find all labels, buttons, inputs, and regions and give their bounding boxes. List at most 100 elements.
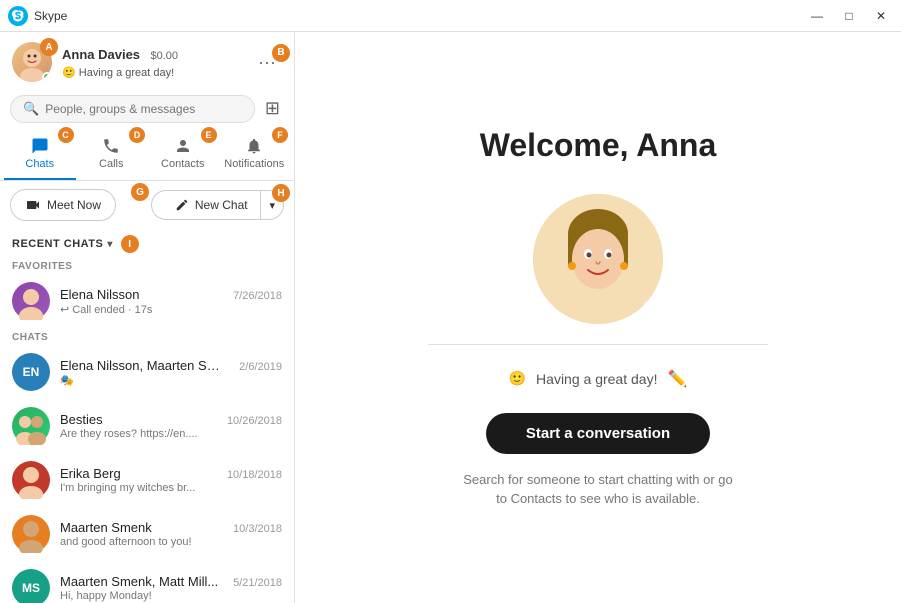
list-item[interactable]: Maarten Smenk 10/3/2018 and good afterno… [0,507,294,561]
chat-name: Maarten Smenk [60,520,152,535]
new-chat-button[interactable]: New Chat [151,190,270,220]
tab-contacts-label: Contacts [161,158,204,170]
calls-icon [102,137,120,155]
profile-status: 🙂 Having a great day! [62,66,242,79]
search-icon: 🔍 [23,101,39,117]
notifications-icon [245,137,263,155]
window-controls: — □ ✕ [805,4,893,28]
action-buttons: Meet Now G New Chat ▾ H [0,181,294,229]
list-item[interactable]: Erika Berg 10/18/2018 I'm bringing my wi… [0,453,294,507]
profile-photo [533,194,663,324]
new-chat-label: New Chat [195,198,248,212]
status-text: Having a great day! [79,67,174,79]
avatar [12,407,50,445]
chat-preview: Hi, happy Monday! [60,590,282,602]
search-input[interactable] [45,102,242,116]
chat-preview: 🎭 [60,374,282,387]
tab-calls-label: Calls [99,158,123,170]
chat-date: 5/21/2018 [233,577,282,589]
meet-now-label: Meet Now [47,198,101,212]
tab-calls[interactable]: D Calls [76,129,148,180]
chat-name: Maarten Smenk, Matt Mill... [60,574,218,589]
avatar: EN [12,353,50,391]
chats-label: CHATS [0,328,294,345]
status-emoji: 🙂 [509,370,526,387]
profile-area: A Anna Davies $0.00 🙂 Having a great day… [0,32,294,90]
avatar [12,515,50,553]
chat-preview: I'm bringing my witches br... [60,482,282,494]
edit-icon [175,198,189,212]
nav-tabs: C Chats D Calls E Contacts [0,129,294,181]
welcome-title: Welcome, Anna [480,127,717,164]
chat-info: Elena Nilsson, Maarten Sm... 2/6/2019 🎭 [60,358,282,387]
contacts-icon [174,137,192,155]
main-layout: A Anna Davies $0.00 🙂 Having a great day… [0,32,901,603]
divider [428,344,768,345]
titlebar: Skype — □ ✕ [0,0,901,32]
chat-preview: Are they roses? https://en.... [60,428,282,440]
skype-icon [8,6,28,26]
app-title: Skype [34,9,805,23]
badge-c: C [58,127,74,143]
badge-a: A [40,38,58,56]
profile-info: Anna Davies $0.00 🙂 Having a great day! [62,46,242,79]
chat-name: Elena Nilsson, Maarten Sm... [60,358,220,373]
tab-notifications[interactable]: F Notifications [219,129,291,180]
chat-date: 10/26/2018 [227,415,282,427]
tab-chats[interactable]: C Chats [4,129,76,180]
online-indicator [643,300,659,316]
edit-icon[interactable]: ✏️ [667,369,687,389]
chat-list: FAVORITES Elena Nilsson 7/26/2018 ↩ Call… [0,257,294,603]
close-button[interactable]: ✕ [869,4,893,28]
chat-info: Elena Nilsson 7/26/2018 ↩ Call ended · 1… [60,287,282,316]
list-item[interactable]: EN Elena Nilsson, Maarten Sm... 2/6/2019… [0,345,294,399]
maximize-button[interactable]: □ [837,4,861,28]
meet-now-button[interactable]: Meet Now [10,189,116,221]
recent-chats-label: RECENT CHATS [12,238,103,250]
grid-icon[interactable]: ⊞ [261,94,284,123]
badge-h: H [272,184,290,202]
chevron-down-icon: ▾ [107,239,113,250]
chat-info: Maarten Smenk 10/3/2018 and good afterno… [60,520,282,548]
avatar [12,461,50,499]
welcome-description: Search for someone to start chatting wit… [458,470,738,509]
list-item[interactable]: MS Maarten Smenk, Matt Mill... 5/21/2018… [0,561,294,603]
chat-name: Besties [60,412,103,427]
badge-f: F [272,127,288,143]
profile-balance: $0.00 [151,50,179,62]
chat-date: 2/6/2019 [239,361,282,373]
new-chat-group: New Chat ▾ [151,190,284,220]
start-conversation-button[interactable]: Start a conversation [486,413,710,454]
chat-info: Maarten Smenk, Matt Mill... 5/21/2018 Hi… [60,574,282,602]
profile-name: Anna Davies [62,47,140,62]
list-item[interactable]: Besties 10/26/2018 Are they roses? https… [0,399,294,453]
chat-date: 10/18/2018 [227,469,282,481]
badge-i: I [121,235,139,253]
avatar: MS [12,569,50,603]
status-row: 🙂 Having a great day! ✏️ [509,369,688,389]
video-icon [25,197,41,213]
minimize-button[interactable]: — [805,4,829,28]
badge-d: D [129,127,145,143]
chat-preview: ↩ Call ended · 17s [60,303,282,316]
tab-notifications-label: Notifications [224,158,284,170]
status-text: Having a great day! [536,371,657,387]
badge-b: B [272,44,290,62]
badge-g: G [131,183,149,201]
status-emoji: 🙂 [62,67,76,79]
right-panel: Welcome, Anna [295,32,901,603]
search-wrap: 🔍 [10,95,255,123]
tab-chats-label: Chats [25,158,54,170]
chat-name: Erika Berg [60,466,121,481]
chat-name: Elena Nilsson [60,287,140,302]
chat-preview: and good afternoon to you! [60,536,282,548]
sidebar: A Anna Davies $0.00 🙂 Having a great day… [0,32,295,603]
recent-chats-header[interactable]: RECENT CHATS ▾ I [0,229,294,257]
tab-contacts[interactable]: E Contacts [147,129,219,180]
search-area: 🔍 ⊞ [0,90,294,129]
badge-e: E [201,127,217,143]
list-item[interactable]: Elena Nilsson 7/26/2018 ↩ Call ended · 1… [0,274,294,328]
online-indicator [42,72,52,82]
chat-date: 7/26/2018 [233,290,282,302]
chats-icon [31,137,49,155]
